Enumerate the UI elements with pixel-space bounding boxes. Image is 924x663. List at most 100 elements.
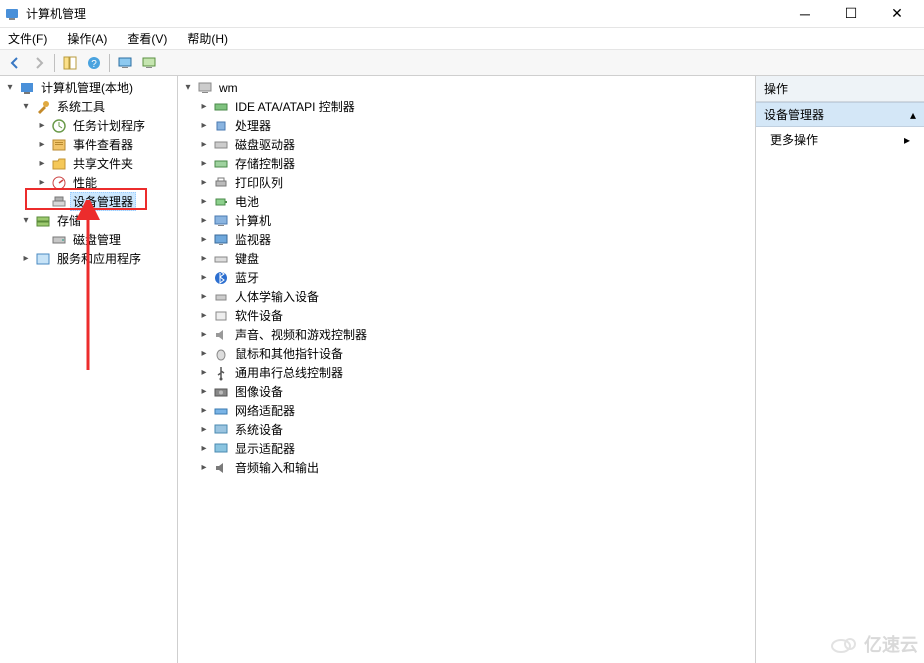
chevron-right-icon[interactable]: ▸ bbox=[198, 348, 210, 359]
tree-services-apps[interactable]: ▸ 服务和应用程序 bbox=[16, 249, 177, 268]
chevron-right-icon[interactable]: ▸ bbox=[198, 329, 210, 340]
bluetooth-icon bbox=[213, 270, 229, 286]
chevron-right-icon[interactable]: ▸ bbox=[198, 120, 210, 131]
tree-event-viewer[interactable]: ▸ 事件查看器 bbox=[32, 135, 177, 154]
tree-label: 共享文件夹 bbox=[70, 154, 136, 173]
device-tree-pane[interactable]: ▾ wm ▸IDE ATA/ATAPI 控制器 ▸处理器 ▸磁盘驱动器 ▸ 存储控… bbox=[178, 76, 756, 663]
tree-task-scheduler[interactable]: ▸ 任务计划程序 bbox=[32, 116, 177, 135]
chevron-right-icon[interactable]: ▸ bbox=[198, 291, 210, 302]
computer-icon bbox=[213, 213, 229, 229]
device-hid[interactable]: ▸人体学输入设备 bbox=[194, 287, 755, 306]
left-tree-pane[interactable]: ▾ 计算机管理(本地) ▾ 系统工具 ▸ 任务计划程序 ▸ bbox=[0, 76, 178, 663]
chevron-right-icon[interactable]: ▸ bbox=[198, 177, 210, 188]
device-system-devices[interactable]: ▸系统设备 bbox=[194, 420, 755, 439]
view-devices-button[interactable] bbox=[114, 52, 136, 74]
device-audio-io[interactable]: ▸ 音频输入和输出 bbox=[194, 458, 755, 477]
chevron-right-icon[interactable]: ▸ bbox=[198, 367, 210, 378]
tree-storage[interactable]: ▾ 存储 bbox=[16, 211, 177, 230]
window-controls: ─ ☐ ✕ bbox=[782, 0, 920, 28]
collapse-icon[interactable]: ▴ bbox=[910, 108, 916, 122]
device-software-devices[interactable]: ▸软件设备 bbox=[194, 306, 755, 325]
device-imaging[interactable]: ▸图像设备 bbox=[194, 382, 755, 401]
imaging-icon bbox=[213, 384, 229, 400]
tree-system-tools[interactable]: ▾ 系统工具 bbox=[16, 97, 177, 116]
chevron-right-icon[interactable]: ▸ bbox=[198, 158, 210, 169]
tree-label: 音频输入和输出 bbox=[232, 458, 322, 477]
tree-label: 键盘 bbox=[232, 249, 262, 268]
tree-label: 蓝牙 bbox=[232, 268, 262, 287]
chevron-right-icon[interactable]: ▸ bbox=[36, 120, 48, 131]
show-hide-tree-button[interactable] bbox=[59, 52, 81, 74]
chevron-right-icon[interactable]: ▸ bbox=[198, 272, 210, 283]
device-bluetooth[interactable]: ▸ 蓝牙 bbox=[194, 268, 755, 287]
chevron-right-icon[interactable]: ▸ bbox=[36, 177, 48, 188]
menu-action[interactable]: 操作(A) bbox=[63, 28, 111, 49]
device-sound[interactable]: ▸声音、视频和游戏控制器 bbox=[194, 325, 755, 344]
device-monitors[interactable]: ▸监视器 bbox=[194, 230, 755, 249]
sound-icon bbox=[213, 327, 229, 343]
forward-button[interactable] bbox=[28, 52, 50, 74]
more-actions-link[interactable]: 更多操作 ▸ bbox=[756, 127, 924, 152]
device-disk-drives[interactable]: ▸磁盘驱动器 bbox=[194, 135, 755, 154]
tree-label: 存储控制器 bbox=[232, 154, 298, 173]
chevron-right-icon[interactable]: ▸ bbox=[198, 196, 210, 207]
tree-root-computer-management[interactable]: ▾ 计算机管理(本地) bbox=[0, 78, 177, 97]
menu-view[interactable]: 查看(V) bbox=[123, 28, 171, 49]
device-network[interactable]: ▸网络适配器 bbox=[194, 401, 755, 420]
chevron-right-icon[interactable]: ▸ bbox=[198, 443, 210, 454]
back-button[interactable] bbox=[4, 52, 26, 74]
chevron-right-icon[interactable]: ▸ bbox=[198, 139, 210, 150]
chevron-down-icon[interactable]: ▾ bbox=[20, 101, 32, 112]
device-usb[interactable]: ▸ 通用串行总线控制器 bbox=[194, 363, 755, 382]
chevron-right-icon[interactable]: ▸ bbox=[198, 215, 210, 226]
menu-help[interactable]: 帮助(H) bbox=[183, 28, 232, 49]
device-keyboards[interactable]: ▸ 键盘 bbox=[194, 249, 755, 268]
device-root[interactable]: ▾ wm bbox=[178, 78, 755, 97]
tree-label: 任务计划程序 bbox=[70, 116, 148, 135]
device-storage-controllers[interactable]: ▸ 存储控制器 bbox=[194, 154, 755, 173]
device-mice[interactable]: ▸鼠标和其他指针设备 bbox=[194, 344, 755, 363]
separator bbox=[109, 54, 110, 72]
tree-disk-management[interactable]: 磁盘管理 bbox=[32, 230, 177, 249]
device-ide[interactable]: ▸IDE ATA/ATAPI 控制器 bbox=[194, 97, 755, 116]
maximize-button[interactable]: ☐ bbox=[828, 0, 874, 28]
view-resources-button[interactable] bbox=[138, 52, 160, 74]
chevron-right-icon[interactable]: ▸ bbox=[198, 101, 210, 112]
menu-file[interactable]: 文件(F) bbox=[4, 28, 51, 49]
performance-icon bbox=[51, 175, 67, 191]
chevron-right-icon: ▸ bbox=[904, 133, 910, 147]
device-display-adapters[interactable]: ▸显示适配器 bbox=[194, 439, 755, 458]
minimize-button[interactable]: ─ bbox=[782, 0, 828, 28]
chevron-right-icon[interactable]: ▸ bbox=[36, 158, 48, 169]
chevron-right-icon[interactable]: ▸ bbox=[198, 424, 210, 435]
chevron-down-icon[interactable]: ▾ bbox=[4, 82, 16, 93]
chevron-down-icon[interactable]: ▾ bbox=[20, 215, 32, 226]
chevron-down-icon[interactable]: ▾ bbox=[182, 82, 194, 93]
app-icon bbox=[4, 6, 20, 22]
actions-section[interactable]: 设备管理器 ▴ bbox=[756, 102, 924, 127]
device-cpu[interactable]: ▸处理器 bbox=[194, 116, 755, 135]
tree-performance[interactable]: ▸ 性能 bbox=[32, 173, 177, 192]
ide-controller-icon bbox=[213, 99, 229, 115]
chevron-right-icon[interactable]: ▸ bbox=[198, 234, 210, 245]
storage-icon bbox=[35, 213, 51, 229]
tree-device-manager[interactable]: 设备管理器 bbox=[32, 192, 177, 211]
tree-label: 打印队列 bbox=[232, 173, 286, 192]
chevron-right-icon[interactable]: ▸ bbox=[36, 139, 48, 150]
device-print-queues[interactable]: ▸ 打印队列 bbox=[194, 173, 755, 192]
chevron-right-icon[interactable]: ▸ bbox=[198, 310, 210, 321]
tree-label: 通用串行总线控制器 bbox=[232, 363, 346, 382]
chevron-right-icon[interactable]: ▸ bbox=[198, 462, 210, 473]
software-device-icon bbox=[213, 308, 229, 324]
device-batteries[interactable]: ▸电池 bbox=[194, 192, 755, 211]
chevron-right-icon[interactable]: ▸ bbox=[198, 405, 210, 416]
chevron-right-icon[interactable]: ▸ bbox=[20, 253, 32, 264]
computer-icon bbox=[197, 80, 213, 96]
close-button[interactable]: ✕ bbox=[874, 0, 920, 28]
tree-shared-folders[interactable]: ▸ 共享文件夹 bbox=[32, 154, 177, 173]
chevron-right-icon[interactable]: ▸ bbox=[198, 253, 210, 264]
more-actions-label: 更多操作 bbox=[770, 131, 818, 148]
help-button[interactable]: ? bbox=[83, 52, 105, 74]
device-computer[interactable]: ▸计算机 bbox=[194, 211, 755, 230]
chevron-right-icon[interactable]: ▸ bbox=[198, 386, 210, 397]
